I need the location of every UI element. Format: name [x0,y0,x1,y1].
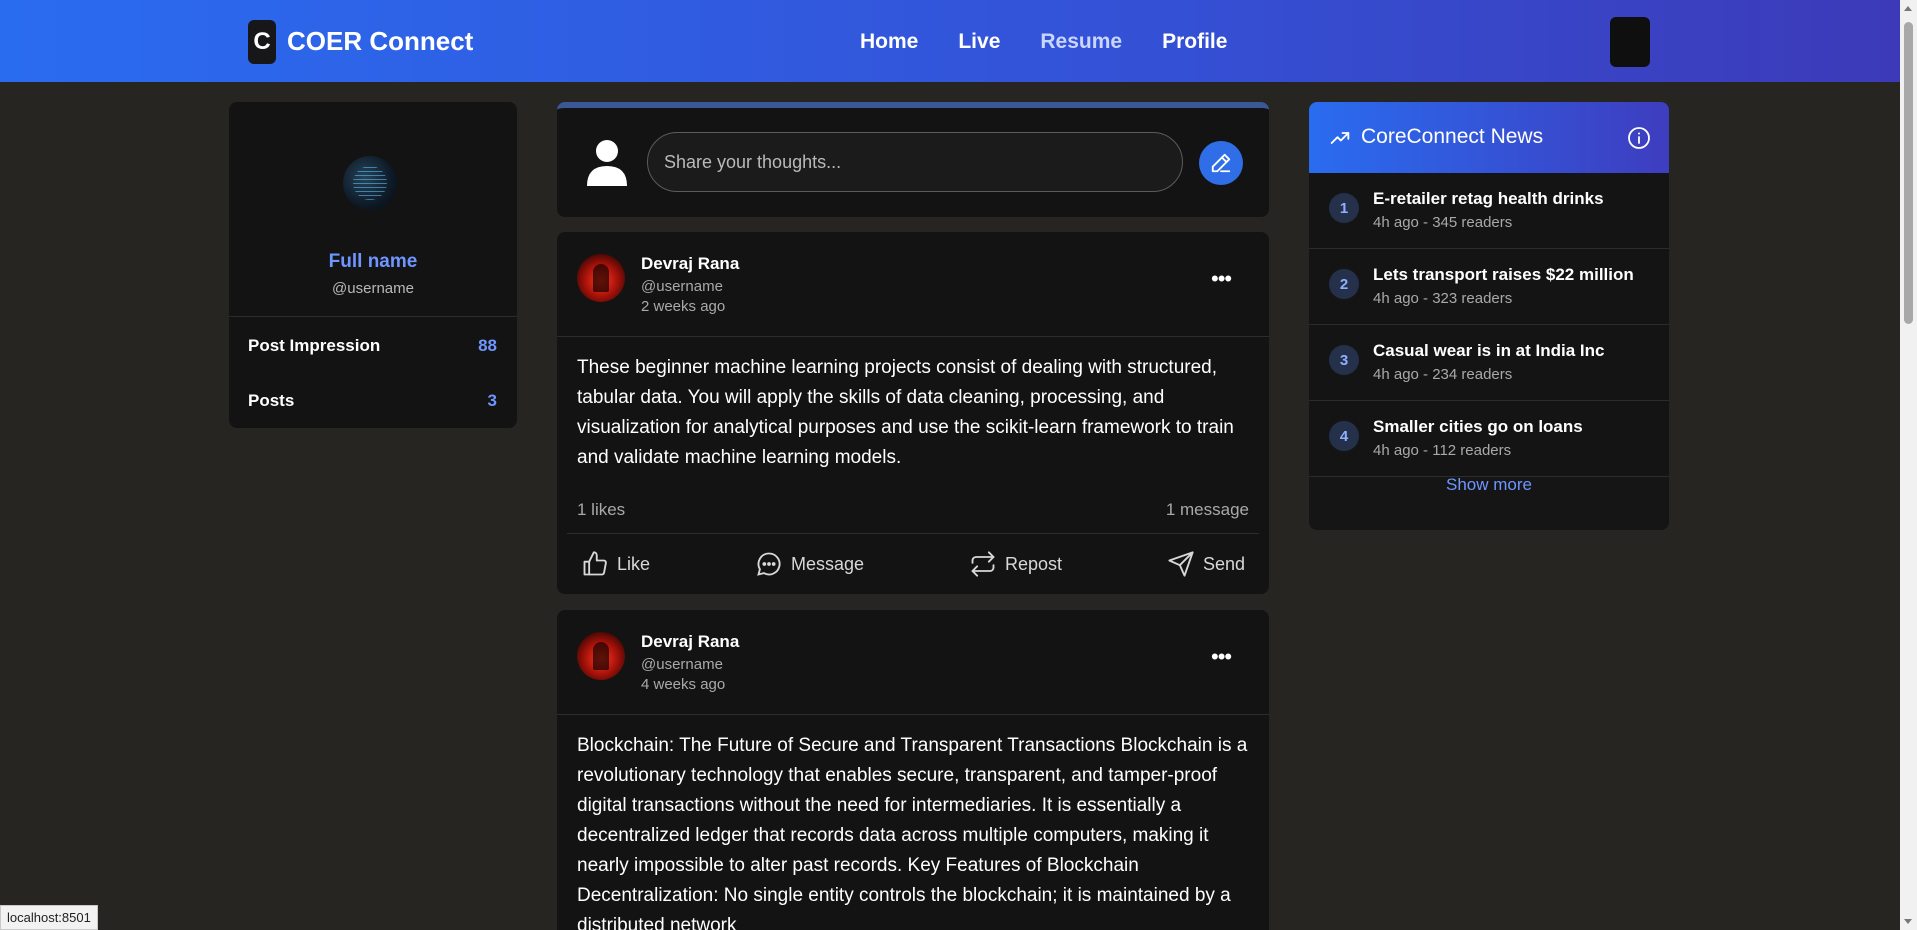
post-handle: @username [641,656,723,673]
post-body: These beginner machine learning projects… [577,357,1234,468]
profile-username: @username [332,280,414,297]
divider [557,714,1269,715]
send-icon [1168,551,1194,577]
scroll-up-arrow-icon[interactable] [1904,6,1912,11]
news-rank: 4 [1329,421,1359,451]
news-rank: 3 [1329,345,1359,375]
scroll-down-arrow-icon[interactable] [1904,919,1912,924]
message-button[interactable]: Message [755,550,864,578]
thumbs-up-icon [583,551,607,576]
stat-posts[interactable]: Posts 3 [248,391,497,411]
repost-button[interactable]: Repost [969,550,1062,578]
news-item[interactable]: 2 Lets transport raises $22 million 4h a… [1309,249,1669,325]
stat-value: 3 [487,391,497,410]
post-author[interactable]: Devraj Rana [641,254,739,274]
nav-profile[interactable]: Profile [1162,30,1227,54]
profile-avatar[interactable] [343,156,397,210]
divider [567,533,1259,534]
page-scrollbar[interactable] [1900,0,1917,930]
pencil-icon [1211,153,1231,173]
user-icon [587,140,627,186]
post-handle: @username [641,278,723,295]
message-label: Message [791,553,865,574]
nav-live[interactable]: Live [958,30,1000,54]
news-title: CoreConnect News [1361,125,1544,148]
stat-value: 88 [478,336,497,355]
news-headline: E-retailer retag health drinks [1373,189,1604,208]
compose-post-button[interactable] [1199,141,1243,185]
trending-up-icon [1330,132,1350,144]
news-meta: 4h ago - 234 readers [1373,366,1513,383]
profile-full-name[interactable]: Full name [229,251,517,273]
show-more-button[interactable]: Show more [1309,475,1669,495]
post-time: 2 weeks ago [641,298,726,315]
news-panel: CoreConnect News 1 E-retailer retag heal… [1309,102,1669,530]
post-body: Blockchain: The Future of Secure and Tra… [577,735,1248,930]
more-options-icon[interactable]: ••• [1211,266,1232,292]
scrollbar-thumb[interactable] [1904,22,1913,324]
nav-links: Home Live Resume Profile [860,30,1227,54]
app-name[interactable]: COER Connect [287,26,473,57]
news-rank: 2 [1329,269,1359,299]
news-meta: 4h ago - 345 readers [1373,214,1513,231]
post-time: 4 weeks ago [641,676,726,693]
author-avatar[interactable] [577,254,625,302]
news-item[interactable]: 3 Casual wear is in at India Inc 4h ago … [1309,325,1669,401]
more-options-icon[interactable]: ••• [1211,644,1232,670]
send-button[interactable]: Send [1167,550,1245,578]
news-item[interactable]: 1 E-retailer retag health drinks 4h ago … [1309,173,1669,249]
author-avatar[interactable] [577,632,625,680]
info-icon[interactable] [1627,126,1651,150]
nav-home[interactable]: Home [860,30,918,54]
news-rank: 1 [1329,193,1359,223]
like-button[interactable]: Like [581,550,650,578]
news-meta: 4h ago - 323 readers [1373,290,1513,307]
news-headline: Smaller cities go on loans [1373,417,1583,436]
share-thoughts-input[interactable] [647,132,1183,192]
top-navbar: C COER Connect Home Live Resume Profile [0,0,1900,82]
news-headline: Lets transport raises $22 million [1373,265,1634,284]
profile-card: Full name @username Post Impression 88 P… [229,102,517,428]
likes-count[interactable]: 1 likes [577,500,625,520]
news-header: CoreConnect News [1309,102,1669,173]
logo-badge[interactable]: C [248,20,276,64]
post-author[interactable]: Devraj Rana [641,632,739,652]
divider [229,316,517,317]
stat-label: Post Impression [248,336,381,355]
messages-count[interactable]: 1 message [1166,500,1249,520]
chat-bubble-icon [757,552,781,576]
news-meta: 4h ago - 112 readers [1373,442,1512,459]
user-avatar-button[interactable] [1610,17,1650,67]
stat-label: Posts [248,391,295,410]
news-headline: Casual wear is in at India Inc [1373,341,1605,360]
feed-post: Devraj Rana @username 4 weeks ago ••• Bl… [557,610,1269,930]
stat-post-impression[interactable]: Post Impression 88 [248,336,497,356]
news-item[interactable]: 4 Smaller cities go on loans 4h ago - 11… [1309,401,1669,477]
repost-icon [971,551,995,577]
send-label: Send [1203,553,1246,574]
post-stats: 1 likes 1 message [577,500,1249,520]
repost-label: Repost [1005,553,1063,574]
post-composer [557,102,1269,217]
feed-post: Devraj Rana @username 2 weeks ago ••• Th… [557,232,1269,594]
nav-resume[interactable]: Resume [1040,30,1122,54]
divider [557,336,1269,337]
like-label: Like [617,553,651,574]
status-bar-url: localhost:8501 [0,905,98,930]
